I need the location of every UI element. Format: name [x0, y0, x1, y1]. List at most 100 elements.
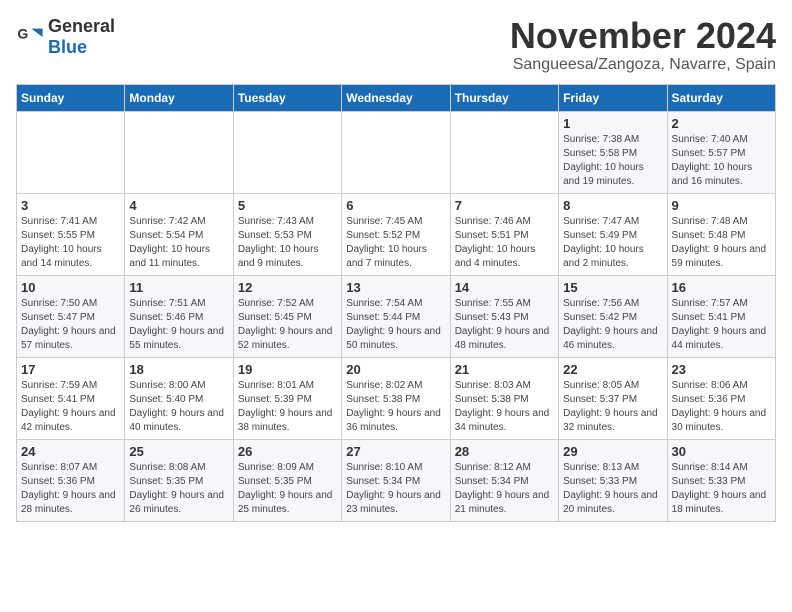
day-number: 14 [455, 280, 554, 295]
day-number: 20 [346, 362, 445, 377]
day-number: 8 [563, 198, 662, 213]
day-info: Sunrise: 8:07 AM Sunset: 5:36 PM Dayligh… [21, 461, 120, 517]
day-number: 28 [455, 444, 554, 459]
day-info: Sunrise: 7:45 AM Sunset: 5:52 PM Dayligh… [346, 215, 445, 271]
day-info: Sunrise: 8:02 AM Sunset: 5:38 PM Dayligh… [346, 379, 445, 435]
week-row-4: 17Sunrise: 7:59 AM Sunset: 5:41 PM Dayli… [17, 357, 776, 439]
day-header-saturday: Saturday [667, 84, 775, 111]
calendar-cell: 22 Sunrise: 8:05 AM Sunset: 5:37 PM Dayli… [559, 357, 667, 439]
calendar-cell: 6 Sunrise: 7:45 AM Sunset: 5:52 PM Daylig… [342, 193, 450, 275]
calendar-cell: 15 Sunrise: 7:56 AM Sunset: 5:42 PM Dayli… [559, 275, 667, 357]
day-info: Sunrise: 7:56 AM Sunset: 5:42 PM Dayligh… [563, 297, 662, 353]
day-header-thursday: Thursday [450, 84, 558, 111]
svg-text:G: G [17, 25, 28, 41]
day-number: 9 [672, 198, 771, 213]
day-info: Sunrise: 7:52 AM Sunset: 5:45 PM Dayligh… [238, 297, 337, 353]
calendar-table: SundayMondayTuesdayWednesdayThursdayFrid… [16, 84, 776, 522]
month-title: November 2024 [510, 16, 776, 56]
day-number: 12 [238, 280, 337, 295]
day-number: 24 [21, 444, 120, 459]
calendar-cell [342, 111, 450, 193]
calendar-cell: 26Sunrise: 8:09 AM Sunset: 5:35 PM Dayli… [233, 439, 341, 521]
day-number: 1 [563, 116, 662, 131]
day-info: Sunrise: 7:57 AM Sunset: 5:41 PM Dayligh… [672, 297, 771, 353]
day-header-tuesday: Tuesday [233, 84, 341, 111]
day-info: Sunrise: 8:00 AM Sunset: 5:40 PM Dayligh… [129, 379, 228, 435]
day-info: Sunrise: 7:50 AM Sunset: 5:47 PM Dayligh… [21, 297, 120, 353]
calendar-cell: 16 Sunrise: 7:57 AM Sunset: 5:41 PM Dayli… [667, 275, 775, 357]
calendar-cell: 18 Sunrise: 8:00 AM Sunset: 5:40 PM Dayli… [125, 357, 233, 439]
week-row-3: 10 Sunrise: 7:50 AM Sunset: 5:47 PM Dayli… [17, 275, 776, 357]
day-info: Sunrise: 7:46 AM Sunset: 5:51 PM Dayligh… [455, 215, 554, 271]
day-number: 5 [238, 198, 337, 213]
day-number: 2 [672, 116, 771, 131]
day-header-friday: Friday [559, 84, 667, 111]
day-info: Sunrise: 7:55 AM Sunset: 5:43 PM Dayligh… [455, 297, 554, 353]
day-header-sunday: Sunday [17, 84, 125, 111]
calendar-cell [450, 111, 558, 193]
day-number: 3 [21, 198, 120, 213]
day-info: Sunrise: 7:59 AM Sunset: 5:41 PM Dayligh… [21, 379, 120, 435]
day-info: Sunrise: 8:12 AM Sunset: 5:34 PM Dayligh… [455, 461, 554, 517]
day-info: Sunrise: 8:03 AM Sunset: 5:38 PM Dayligh… [455, 379, 554, 435]
day-info: Sunrise: 7:51 AM Sunset: 5:46 PM Dayligh… [129, 297, 228, 353]
day-info: Sunrise: 7:48 AM Sunset: 5:48 PM Dayligh… [672, 215, 771, 271]
calendar-cell: 24 Sunrise: 8:07 AM Sunset: 5:36 PM Dayli… [17, 439, 125, 521]
day-number: 7 [455, 198, 554, 213]
calendar-cell [125, 111, 233, 193]
calendar-cell: 2 Sunrise: 7:40 AM Sunset: 5:57 PM Daylig… [667, 111, 775, 193]
logo-general-text: General [48, 16, 115, 36]
calendar-cell: 5 Sunrise: 7:43 AM Sunset: 5:53 PM Daylig… [233, 193, 341, 275]
day-number: 22 [563, 362, 662, 377]
day-header-wednesday: Wednesday [342, 84, 450, 111]
calendar-cell: 20 Sunrise: 8:02 AM Sunset: 5:38 PM Dayli… [342, 357, 450, 439]
day-number: 25 [129, 444, 228, 459]
day-info: Sunrise: 8:05 AM Sunset: 5:37 PM Dayligh… [563, 379, 662, 435]
day-number: 15 [563, 280, 662, 295]
calendar-cell: 17Sunrise: 7:59 AM Sunset: 5:41 PM Dayli… [17, 357, 125, 439]
calendar-cell: 13Sunrise: 7:54 AM Sunset: 5:44 PM Dayli… [342, 275, 450, 357]
calendar-cell: 10 Sunrise: 7:50 AM Sunset: 5:47 PM Dayli… [17, 275, 125, 357]
day-number: 21 [455, 362, 554, 377]
calendar-cell: 19 Sunrise: 8:01 AM Sunset: 5:39 PM Dayli… [233, 357, 341, 439]
calendar-cell [17, 111, 125, 193]
calendar-cell: 11 Sunrise: 7:51 AM Sunset: 5:46 PM Dayli… [125, 275, 233, 357]
calendar-cell: 9 Sunrise: 7:48 AM Sunset: 5:48 PM Daylig… [667, 193, 775, 275]
calendar-cell: 27 Sunrise: 8:10 AM Sunset: 5:34 PM Dayli… [342, 439, 450, 521]
logo-blue-text: Blue [48, 37, 87, 57]
day-number: 18 [129, 362, 228, 377]
calendar-cell: 25Sunrise: 8:08 AM Sunset: 5:35 PM Dayli… [125, 439, 233, 521]
day-info: Sunrise: 8:06 AM Sunset: 5:36 PM Dayligh… [672, 379, 771, 435]
day-number: 6 [346, 198, 445, 213]
day-number: 23 [672, 362, 771, 377]
calendar-cell: 14 Sunrise: 7:55 AM Sunset: 5:43 PM Dayli… [450, 275, 558, 357]
day-info: Sunrise: 7:40 AM Sunset: 5:57 PM Dayligh… [672, 133, 771, 189]
day-number: 4 [129, 198, 228, 213]
day-info: Sunrise: 8:01 AM Sunset: 5:39 PM Dayligh… [238, 379, 337, 435]
calendar-cell: 1Sunrise: 7:38 AM Sunset: 5:58 PM Daylig… [559, 111, 667, 193]
day-number: 19 [238, 362, 337, 377]
day-info: Sunrise: 8:14 AM Sunset: 5:33 PM Dayligh… [672, 461, 771, 517]
day-number: 16 [672, 280, 771, 295]
day-number: 29 [563, 444, 662, 459]
week-row-2: 3 Sunrise: 7:41 AM Sunset: 5:55 PM Daylig… [17, 193, 776, 275]
calendar-cell: 28 Sunrise: 8:12 AM Sunset: 5:34 PM Dayli… [450, 439, 558, 521]
day-info: Sunrise: 8:10 AM Sunset: 5:34 PM Dayligh… [346, 461, 445, 517]
calendar-cell: 29 Sunrise: 8:13 AM Sunset: 5:33 PM Dayli… [559, 439, 667, 521]
calendar-cell: 21 Sunrise: 8:03 AM Sunset: 5:38 PM Dayli… [450, 357, 558, 439]
calendar-cell: 3 Sunrise: 7:41 AM Sunset: 5:55 PM Daylig… [17, 193, 125, 275]
week-row-5: 24 Sunrise: 8:07 AM Sunset: 5:36 PM Dayli… [17, 439, 776, 521]
day-number: 27 [346, 444, 445, 459]
week-row-1: 1Sunrise: 7:38 AM Sunset: 5:58 PM Daylig… [17, 111, 776, 193]
calendar-cell: 7 Sunrise: 7:46 AM Sunset: 5:51 PM Daylig… [450, 193, 558, 275]
day-number: 26 [238, 444, 337, 459]
day-number: 13 [346, 280, 445, 295]
day-number: 30 [672, 444, 771, 459]
day-number: 10 [21, 280, 120, 295]
day-number: 11 [129, 280, 228, 295]
day-info: Sunrise: 8:13 AM Sunset: 5:33 PM Dayligh… [563, 461, 662, 517]
calendar-cell: 12 Sunrise: 7:52 AM Sunset: 5:45 PM Dayli… [233, 275, 341, 357]
day-info: Sunrise: 7:41 AM Sunset: 5:55 PM Dayligh… [21, 215, 120, 271]
day-info: Sunrise: 7:43 AM Sunset: 5:53 PM Dayligh… [238, 215, 337, 271]
logo: G General Blue [16, 16, 115, 58]
